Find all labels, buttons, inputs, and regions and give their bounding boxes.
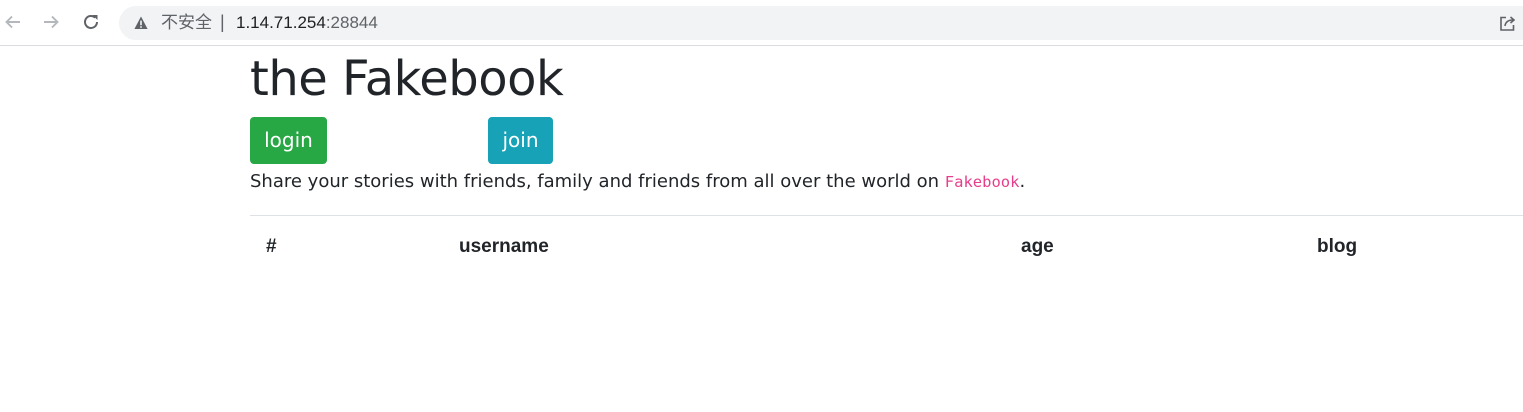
back-button[interactable]: [2, 11, 24, 33]
arrow-right-icon: [44, 15, 59, 29]
url-host: 1.14.71.254: [236, 13, 326, 32]
url-port: :28844: [325, 13, 378, 32]
share-icon[interactable]: [1498, 14, 1517, 33]
page-title: the Fakebook: [250, 51, 564, 107]
reload-button[interactable]: [80, 11, 102, 33]
lead-code: Fakebook: [944, 173, 1020, 191]
warning-icon: [134, 16, 148, 29]
security-status-label: 不安全: [161, 13, 212, 33]
lead-sentence: Share your stories with friends, family …: [250, 171, 945, 192]
login-button[interactable]: login: [250, 117, 327, 164]
arrow-left-icon: [5, 15, 20, 29]
forward-button[interactable]: [40, 11, 62, 33]
column-header-blog: blog: [1317, 236, 1358, 257]
lead-text: Share your stories with friends, family …: [250, 170, 1025, 194]
column-header-age: age: [1021, 236, 1054, 257]
address-separator: |: [220, 12, 225, 32]
reload-icon: [84, 15, 98, 29]
column-header-index: #: [266, 236, 277, 257]
column-header-username: username: [459, 236, 549, 257]
url-text[interactable]: 1.14.71.254:28844: [236, 13, 378, 33]
lead-period: .: [1019, 171, 1026, 192]
address-bar[interactable]: 不安全 | 1.14.71.254:28844: [119, 6, 1523, 40]
join-button[interactable]: join: [488, 117, 553, 164]
browser-toolbar: 不安全 | 1.14.71.254:28844: [0, 0, 1523, 46]
divider: [250, 215, 1523, 216]
